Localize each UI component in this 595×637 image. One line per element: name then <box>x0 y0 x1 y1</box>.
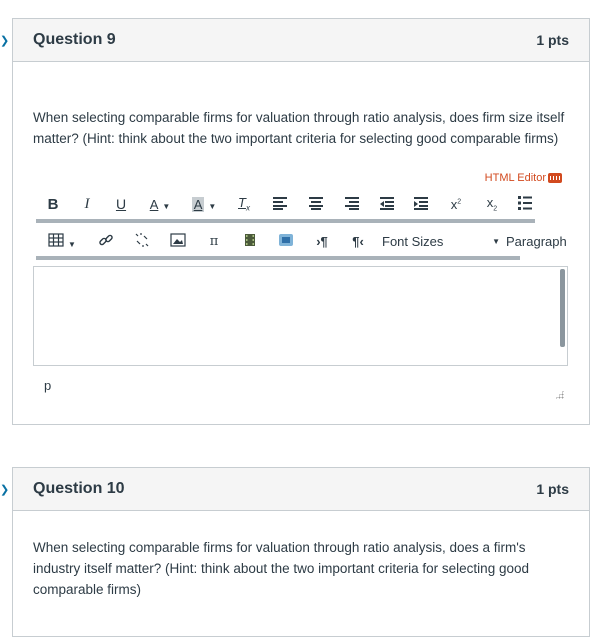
keyboard-icon <box>548 173 562 183</box>
question-points: 1 pts <box>536 481 569 497</box>
font-sizes-select[interactable]: Font Sizes ▼ <box>376 234 506 249</box>
element-path: p <box>44 378 52 393</box>
superscript-button[interactable]: x2 <box>438 197 474 212</box>
chevron-down-icon: ▼ <box>68 239 76 249</box>
italic-button[interactable]: I <box>70 196 104 213</box>
paragraph-select[interactable]: Paragraph <box>506 234 566 249</box>
paragraph-rtl-icon: ¶‹ <box>352 233 364 249</box>
editor-scrollbar[interactable] <box>560 269 565 347</box>
embed-button[interactable] <box>268 233 304 250</box>
chevron-down-icon: ▼ <box>208 201 217 211</box>
table-icon <box>48 232 64 247</box>
align-left-button[interactable] <box>262 196 298 213</box>
math-button[interactable]: π <box>196 234 232 249</box>
underline-button[interactable]: U <box>104 196 138 212</box>
paragraph-label: Paragraph <box>506 233 566 249</box>
outdent-button[interactable] <box>370 196 404 213</box>
rtl-button[interactable]: ¶‹ <box>340 234 376 249</box>
align-right-icon <box>345 196 359 210</box>
paragraph-ltr-icon: ›¶ <box>316 233 328 249</box>
chevron-down-icon: ▼ <box>492 236 500 246</box>
ltr-button[interactable]: ›¶ <box>304 234 340 249</box>
align-center-button[interactable] <box>298 196 334 213</box>
question-nav-arrow-icon: ❯ <box>0 484 10 496</box>
image-button[interactable] <box>160 232 196 250</box>
chevron-down-icon: ▼ <box>162 201 171 211</box>
pi-icon: π <box>209 233 219 249</box>
question-header: Question 9 1 pts <box>13 19 589 62</box>
editor-toolbar-row2: ▼ π ›¶ ¶‹ Font Sizes ▼ Paragraph <box>36 230 566 252</box>
indent-icon <box>414 196 428 210</box>
rich-text-editor[interactable] <box>33 266 568 366</box>
editor-toolbar-row1: B I U A ▼ A ▼ Tx x2 x2 <box>36 192 540 216</box>
toolbar-divider <box>36 256 520 260</box>
clear-formatting-button[interactable]: Tx <box>226 195 262 213</box>
question-title: Question 9 <box>33 31 116 48</box>
html-editor-label[interactable]: HTML Editor <box>485 172 546 184</box>
bullet-list-button[interactable] <box>510 195 540 214</box>
link-button[interactable] <box>88 232 124 251</box>
media-button[interactable] <box>232 233 268 250</box>
question-text: When selecting comparable firms for valu… <box>33 110 565 146</box>
question-points: 1 pts <box>536 32 569 48</box>
indent-button[interactable] <box>404 196 438 213</box>
table-button[interactable]: ▼ <box>36 232 88 250</box>
question-10-card: Question 10 1 pts When selecting compara… <box>12 467 590 637</box>
subscript-button[interactable]: x2 <box>474 195 510 213</box>
film-icon <box>245 233 255 246</box>
question-title: Question 10 <box>33 480 125 497</box>
unlink-icon <box>135 232 149 247</box>
html-editor-link[interactable]: HTML Editor <box>485 172 562 184</box>
image-icon <box>170 232 186 247</box>
align-left-icon <box>273 196 287 210</box>
question-header: Question 10 1 pts <box>13 468 589 511</box>
bullet-list-icon <box>518 195 532 210</box>
link-icon <box>99 234 113 245</box>
outdent-icon <box>380 196 394 210</box>
background-color-button[interactable]: A ▼ <box>182 196 226 212</box>
unlink-button[interactable] <box>124 232 160 251</box>
text-color-button[interactable]: A ▼ <box>138 197 182 212</box>
font-sizes-label: Font Sizes <box>382 233 444 249</box>
align-center-icon <box>309 196 323 210</box>
bold-button[interactable]: B <box>36 196 70 213</box>
toolbar-divider <box>36 219 535 223</box>
question-nav-arrow-icon: ❯ <box>0 35 10 47</box>
embed-icon <box>279 233 293 246</box>
align-right-button[interactable] <box>334 196 370 213</box>
question-text: When selecting comparable firms for valu… <box>33 540 529 597</box>
